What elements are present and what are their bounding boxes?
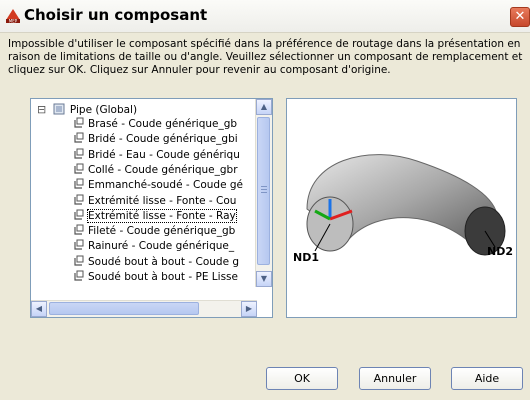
elbow-part-icon bbox=[74, 270, 84, 281]
svg-text:MEP: MEP bbox=[9, 19, 18, 24]
component-preview: ND1 ND2 bbox=[286, 98, 517, 318]
title-bar[interactable]: MEP Choisir un composant ✕ bbox=[0, 0, 530, 33]
tree-item[interactable]: Bridé - Eau - Coude génériqu bbox=[73, 148, 240, 163]
tree-item-label: Extrémité lisse - Fonte - Cou bbox=[88, 194, 237, 207]
tree-item-label: Collé - Coude générique_gbr bbox=[88, 163, 238, 176]
scroll-right-icon[interactable]: ▶ bbox=[241, 301, 257, 317]
ok-button[interactable]: OK bbox=[266, 367, 338, 390]
scroll-thumb[interactable] bbox=[257, 117, 270, 265]
tree-item-label: Rainuré - Coude générique_ bbox=[88, 240, 235, 253]
horizontal-scrollbar[interactable]: ◀ ▶ bbox=[31, 300, 257, 317]
tree-item-label: Extrémité lisse - Fonte - Ray bbox=[87, 208, 237, 223]
app-mep-icon: MEP bbox=[6, 9, 20, 24]
message-text: Impossible d'utiliser le composant spéci… bbox=[8, 38, 523, 76]
tree-item-label: Soudé bout à bout - PE Lisse bbox=[88, 271, 238, 283]
elbow-part-icon bbox=[74, 163, 84, 174]
tree-item-label: Bridé - Coude générique_gbi bbox=[88, 133, 238, 146]
elbow-part-icon bbox=[74, 224, 84, 235]
tree-item[interactable]: Fileté - Coude générique_gb bbox=[73, 224, 235, 239]
help-button[interactable]: Aide bbox=[451, 367, 523, 390]
nd2-label: ND2 bbox=[487, 245, 513, 258]
tree-root[interactable]: ⊟ Pipe (Global) bbox=[37, 102, 137, 117]
dialog-window: MEP Choisir un composant ✕ Impossible d'… bbox=[0, 0, 530, 400]
elbow-part-icon bbox=[74, 132, 84, 143]
tree-item[interactable]: Soudé bout à bout - Coude g bbox=[73, 255, 239, 270]
scroll-down-icon[interactable]: ▼ bbox=[256, 271, 272, 287]
close-button[interactable]: ✕ bbox=[510, 7, 530, 27]
tree-item-label: Fileté - Coude générique_gb bbox=[88, 225, 236, 238]
tree-root-label: Pipe (Global) bbox=[69, 104, 138, 116]
vertical-scrollbar[interactable]: ▲ ▼ bbox=[255, 99, 272, 287]
elbow-part-icon bbox=[74, 117, 84, 128]
tree-item[interactable]: Extrémité lisse - Fonte - Ray bbox=[73, 208, 237, 224]
collapse-icon[interactable]: ⊟ bbox=[37, 103, 46, 116]
tree-item[interactable]: Collé - Coude générique_gbr bbox=[73, 163, 238, 178]
tree-item-label: Soudé bout à bout - Coude g bbox=[88, 255, 240, 268]
tree-item[interactable]: Rainuré - Coude générique_ bbox=[73, 239, 234, 254]
elbow-part-icon bbox=[74, 178, 84, 189]
tree-item-label: Brasé - Coude générique_gb bbox=[88, 118, 238, 130]
h-scroll-thumb[interactable] bbox=[49, 302, 199, 315]
tree-item[interactable]: Emmanché-soudé - Coude gé bbox=[73, 178, 243, 193]
tree-item[interactable]: Soudé bout à bout - PE Lisse bbox=[73, 270, 238, 285]
elbow-part-icon bbox=[74, 148, 84, 159]
tree-item[interactable]: Bridé - Coude générique_gbi bbox=[73, 132, 238, 147]
elbow-preview-image: ND1 ND2 bbox=[293, 154, 513, 264]
tree-item[interactable]: Brasé - Coude générique_gb bbox=[73, 117, 237, 132]
tree-item[interactable]: Extrémité lisse - Fonte - Cou bbox=[73, 194, 236, 209]
pipe-folder-icon bbox=[53, 103, 65, 115]
elbow-part-icon bbox=[74, 209, 84, 220]
component-tree[interactable]: ⊟ Pipe (Global) Brasé - Coude générique_… bbox=[30, 98, 273, 318]
elbow-part-icon bbox=[74, 194, 84, 205]
close-icon: ✕ bbox=[514, 9, 526, 24]
tree-item-label: Bridé - Eau - Coude génériqu bbox=[88, 148, 240, 161]
tree-item-label: Emmanché-soudé - Coude gé bbox=[88, 179, 243, 192]
cancel-button[interactable]: Annuler bbox=[359, 367, 431, 390]
elbow-part-icon bbox=[74, 255, 84, 266]
scroll-up-icon[interactable]: ▲ bbox=[256, 99, 272, 115]
elbow-part-icon bbox=[74, 239, 84, 250]
nd1-label: ND1 bbox=[293, 251, 319, 264]
dialog-title: Choisir un composant bbox=[24, 6, 208, 24]
scroll-left-icon[interactable]: ◀ bbox=[31, 301, 47, 317]
